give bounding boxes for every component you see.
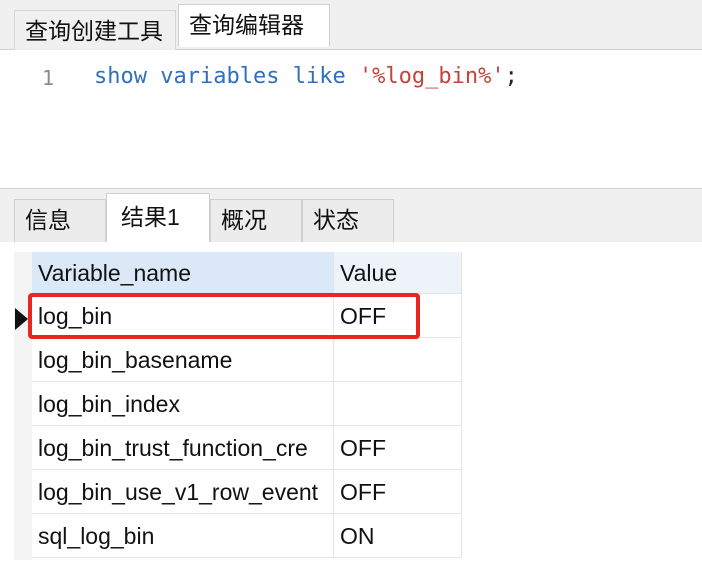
cell-value[interactable] [334, 382, 462, 425]
cell-variable-name[interactable]: log_bin_trust_function_cre [32, 426, 334, 469]
keyword-like: like [292, 64, 346, 89]
cell-variable-name[interactable]: log_bin_basename [32, 338, 334, 381]
table-row[interactable]: log_bin_use_v1_row_event OFF [32, 470, 462, 514]
cell-value[interactable]: ON [334, 514, 462, 557]
tab-status[interactable]: 状态 [302, 199, 394, 243]
string-literal: '%log_bin%' [358, 64, 505, 89]
highlight-annotation-box [28, 293, 420, 339]
sql-code-line[interactable]: show variables like '%log_bin%'; [94, 64, 518, 89]
table-row[interactable]: log_bin_trust_function_cre OFF [32, 426, 462, 470]
cell-value[interactable]: OFF [334, 426, 462, 469]
result-grid-area: Variable_name Value log_bin OFF log_bin_… [0, 242, 702, 570]
cell-variable-name[interactable]: log_bin_index [32, 382, 334, 425]
editor-tab-bar: 查询创建工具 查询编辑器 [0, 0, 702, 50]
cell-value[interactable]: OFF [334, 470, 462, 513]
table-header-row: Variable_name Value [32, 252, 462, 294]
tab-query-builder[interactable]: 查询创建工具 [14, 10, 176, 50]
line-gutter: 1 [0, 50, 80, 188]
tab-info[interactable]: 信息 [14, 199, 106, 243]
sql-editor[interactable]: 1 show variables like '%log_bin%'; [0, 50, 702, 188]
tab-profile[interactable]: 概况 [210, 199, 302, 243]
cell-variable-name[interactable]: log_bin_use_v1_row_event [32, 470, 334, 513]
keyword-variables: variables [160, 64, 280, 89]
column-header-value[interactable]: Value [334, 252, 462, 293]
cell-value[interactable] [334, 338, 462, 381]
result-tab-bar: 信息 结果1 概况 状态 [0, 188, 702, 243]
tab-result-1[interactable]: 结果1 [106, 193, 210, 243]
tab-query-editor[interactable]: 查询编辑器 [178, 4, 330, 47]
line-number: 1 [42, 66, 55, 90]
statement-terminator: ; [504, 64, 518, 89]
column-header-variable-name[interactable]: Variable_name [32, 252, 334, 293]
table-row[interactable]: log_bin_index [32, 382, 462, 426]
table-row[interactable]: log_bin_basename [32, 338, 462, 382]
table-row[interactable]: sql_log_bin ON [32, 514, 462, 558]
cell-variable-name[interactable]: sql_log_bin [32, 514, 334, 557]
keyword-show: show [94, 64, 147, 89]
current-row-arrow-icon [15, 308, 28, 330]
